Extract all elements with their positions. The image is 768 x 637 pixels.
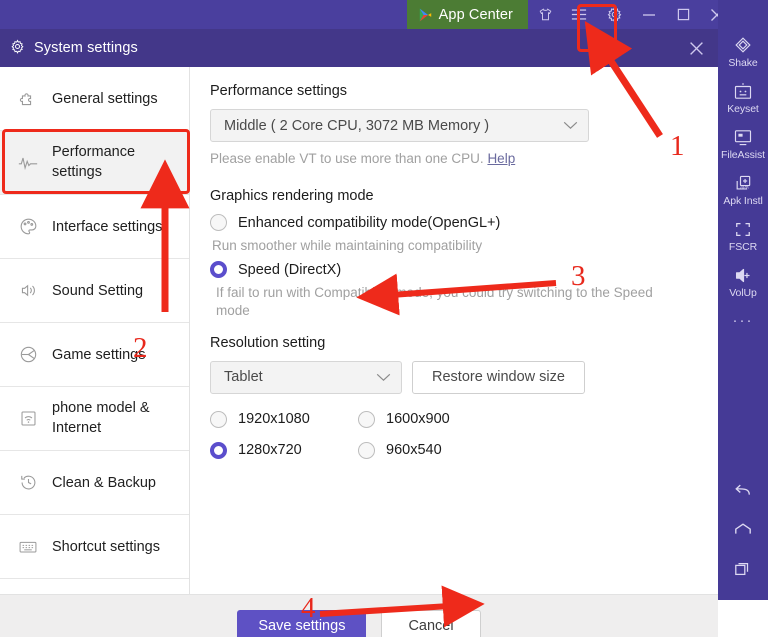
annotation-arrow-1: [584, 21, 663, 138]
annotation-number-1: 1: [670, 130, 685, 162]
annotation-box-performance: [2, 129, 190, 194]
annotation-number-4: 4: [301, 592, 316, 624]
annotation-arrow-3: [356, 273, 557, 316]
annotation-number-3: 3: [571, 260, 586, 292]
annotation-number-2: 2: [133, 332, 148, 364]
annotation-box-gear: [577, 4, 617, 52]
annotation-arrow-4: [319, 585, 485, 628]
annotation-overlay: [140, 21, 663, 628]
